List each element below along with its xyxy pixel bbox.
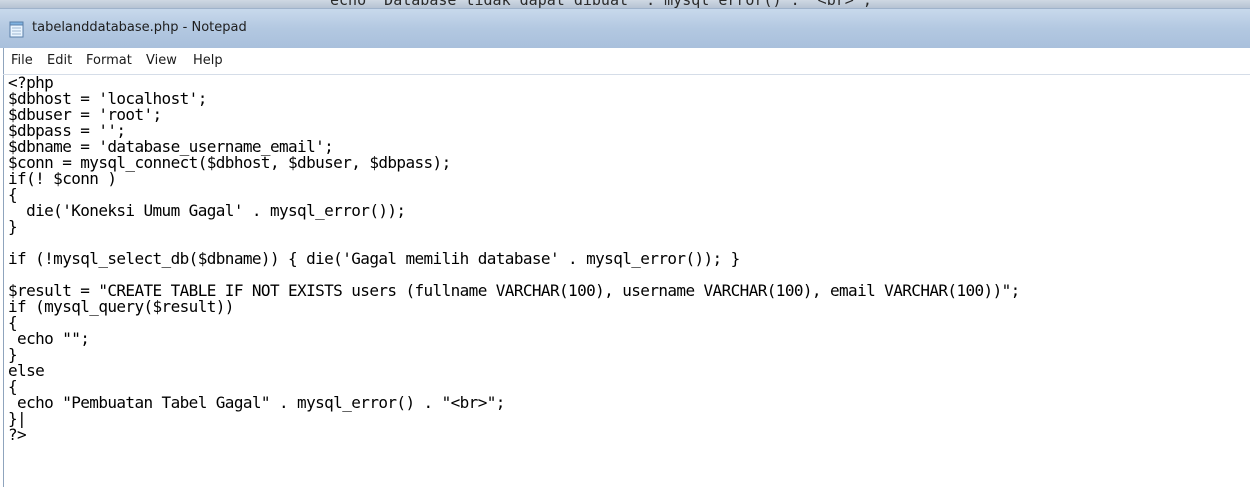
menu-format[interactable]: Format <box>86 53 132 68</box>
code-line: echo ""; <box>8 329 90 348</box>
menu-help[interactable]: Help <box>193 53 223 68</box>
code-line: ?> <box>8 425 27 444</box>
code-line: else <box>8 361 45 380</box>
menu-edit[interactable]: Edit <box>47 53 72 68</box>
code-line: $dbhost = 'localhost'; <box>8 89 207 108</box>
code-line: { <box>8 313 18 332</box>
code-line: die('Koneksi Umum Gagal' . mysql_error()… <box>8 201 406 220</box>
code-line: } <box>8 345 18 364</box>
window-title: tabelanddatabase.php - Notepad <box>32 20 247 35</box>
code-content[interactable]: <?php $dbhost = 'localhost'; $dbuser = 'ro… <box>4 75 1250 443</box>
background-window-strip: echo "Database tidak dapat dibuat" . mys… <box>0 0 1250 8</box>
background-window-text: echo "Database tidak dapat dibuat" . mys… <box>330 0 872 8</box>
notepad-window: echo "Database tidak dapat dibuat" . mys… <box>0 0 1250 487</box>
code-line: if(! $conn ) <box>8 169 117 188</box>
code-line: }| <box>8 409 27 428</box>
code-line: if (mysql_query($result)) <box>8 297 234 316</box>
text-editor-area[interactable]: <?php $dbhost = 'localhost'; $dbuser = 'ro… <box>3 75 1250 487</box>
menu-bar: File Edit Format View Help <box>3 48 1250 74</box>
notepad-icon <box>9 21 24 38</box>
code-line: $conn = mysql_connect($dbhost, $dbuser, … <box>8 153 451 172</box>
code-line: } <box>8 217 18 236</box>
code-line: $dbuser = 'root'; <box>8 105 162 124</box>
code-line: echo "Pembuatan Tabel Gagal" . mysql_err… <box>8 393 505 412</box>
code-line: if (!mysql_select_db($dbname)) { die('Ga… <box>8 249 740 268</box>
title-bar[interactable]: tabelanddatabase.php - Notepad <box>0 8 1250 48</box>
menu-view[interactable]: View <box>146 53 177 68</box>
menu-file[interactable]: File <box>11 53 33 68</box>
